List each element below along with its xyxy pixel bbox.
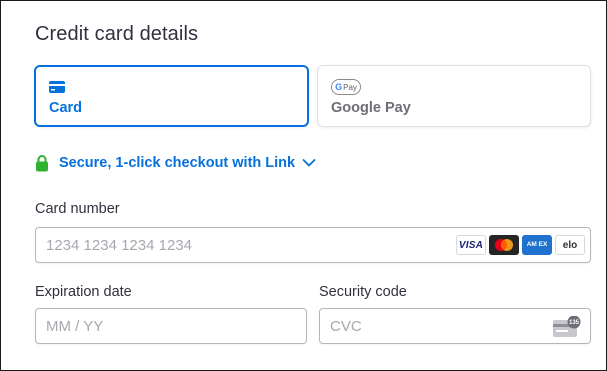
visa-text: VISA xyxy=(458,239,484,251)
link-checkout-toggle[interactable]: Secure, 1-click checkout with Link xyxy=(35,153,316,173)
link-checkout-text: Secure, 1-click checkout with Link xyxy=(59,155,296,171)
cvc-icon-number: 135 xyxy=(569,320,580,326)
expiration-input[interactable] xyxy=(36,309,306,343)
google-pay-badge-text: Pay xyxy=(343,82,357,92)
mastercard-icon xyxy=(489,235,519,255)
lock-icon xyxy=(36,155,48,172)
card-number-field: VISA AM EX elo xyxy=(35,227,591,263)
payment-form: Credit card details Card G Pay Google Pay… xyxy=(0,0,607,371)
amex-icon: AM EX xyxy=(522,235,552,255)
visa-icon: VISA xyxy=(456,235,486,255)
card-number-label: Card number xyxy=(35,201,120,217)
tab-card[interactable]: Card xyxy=(34,65,309,127)
google-pay-icon: G Pay xyxy=(331,79,361,95)
elo-icon: elo xyxy=(555,235,585,255)
tab-google-pay[interactable]: G Pay Google Pay xyxy=(317,65,591,127)
card-brands: VISA AM EX elo xyxy=(456,235,585,255)
mastercard-circles xyxy=(495,239,513,251)
form-title: Credit card details xyxy=(35,23,199,45)
security-code-field: 135 xyxy=(319,308,591,344)
tab-google-pay-label: Google Pay xyxy=(331,100,411,116)
amex-text: AM EX xyxy=(526,240,548,248)
elo-text: elo xyxy=(562,239,578,251)
card-icon xyxy=(49,81,65,93)
tab-card-label: Card xyxy=(49,100,83,116)
security-code-label: Security code xyxy=(319,284,407,300)
expiration-label: Expiration date xyxy=(35,284,132,300)
chevron-down-icon xyxy=(302,159,316,167)
security-code-input[interactable] xyxy=(320,309,590,343)
cvc-card-icon: 135 xyxy=(553,316,581,337)
expiration-field xyxy=(35,308,307,344)
